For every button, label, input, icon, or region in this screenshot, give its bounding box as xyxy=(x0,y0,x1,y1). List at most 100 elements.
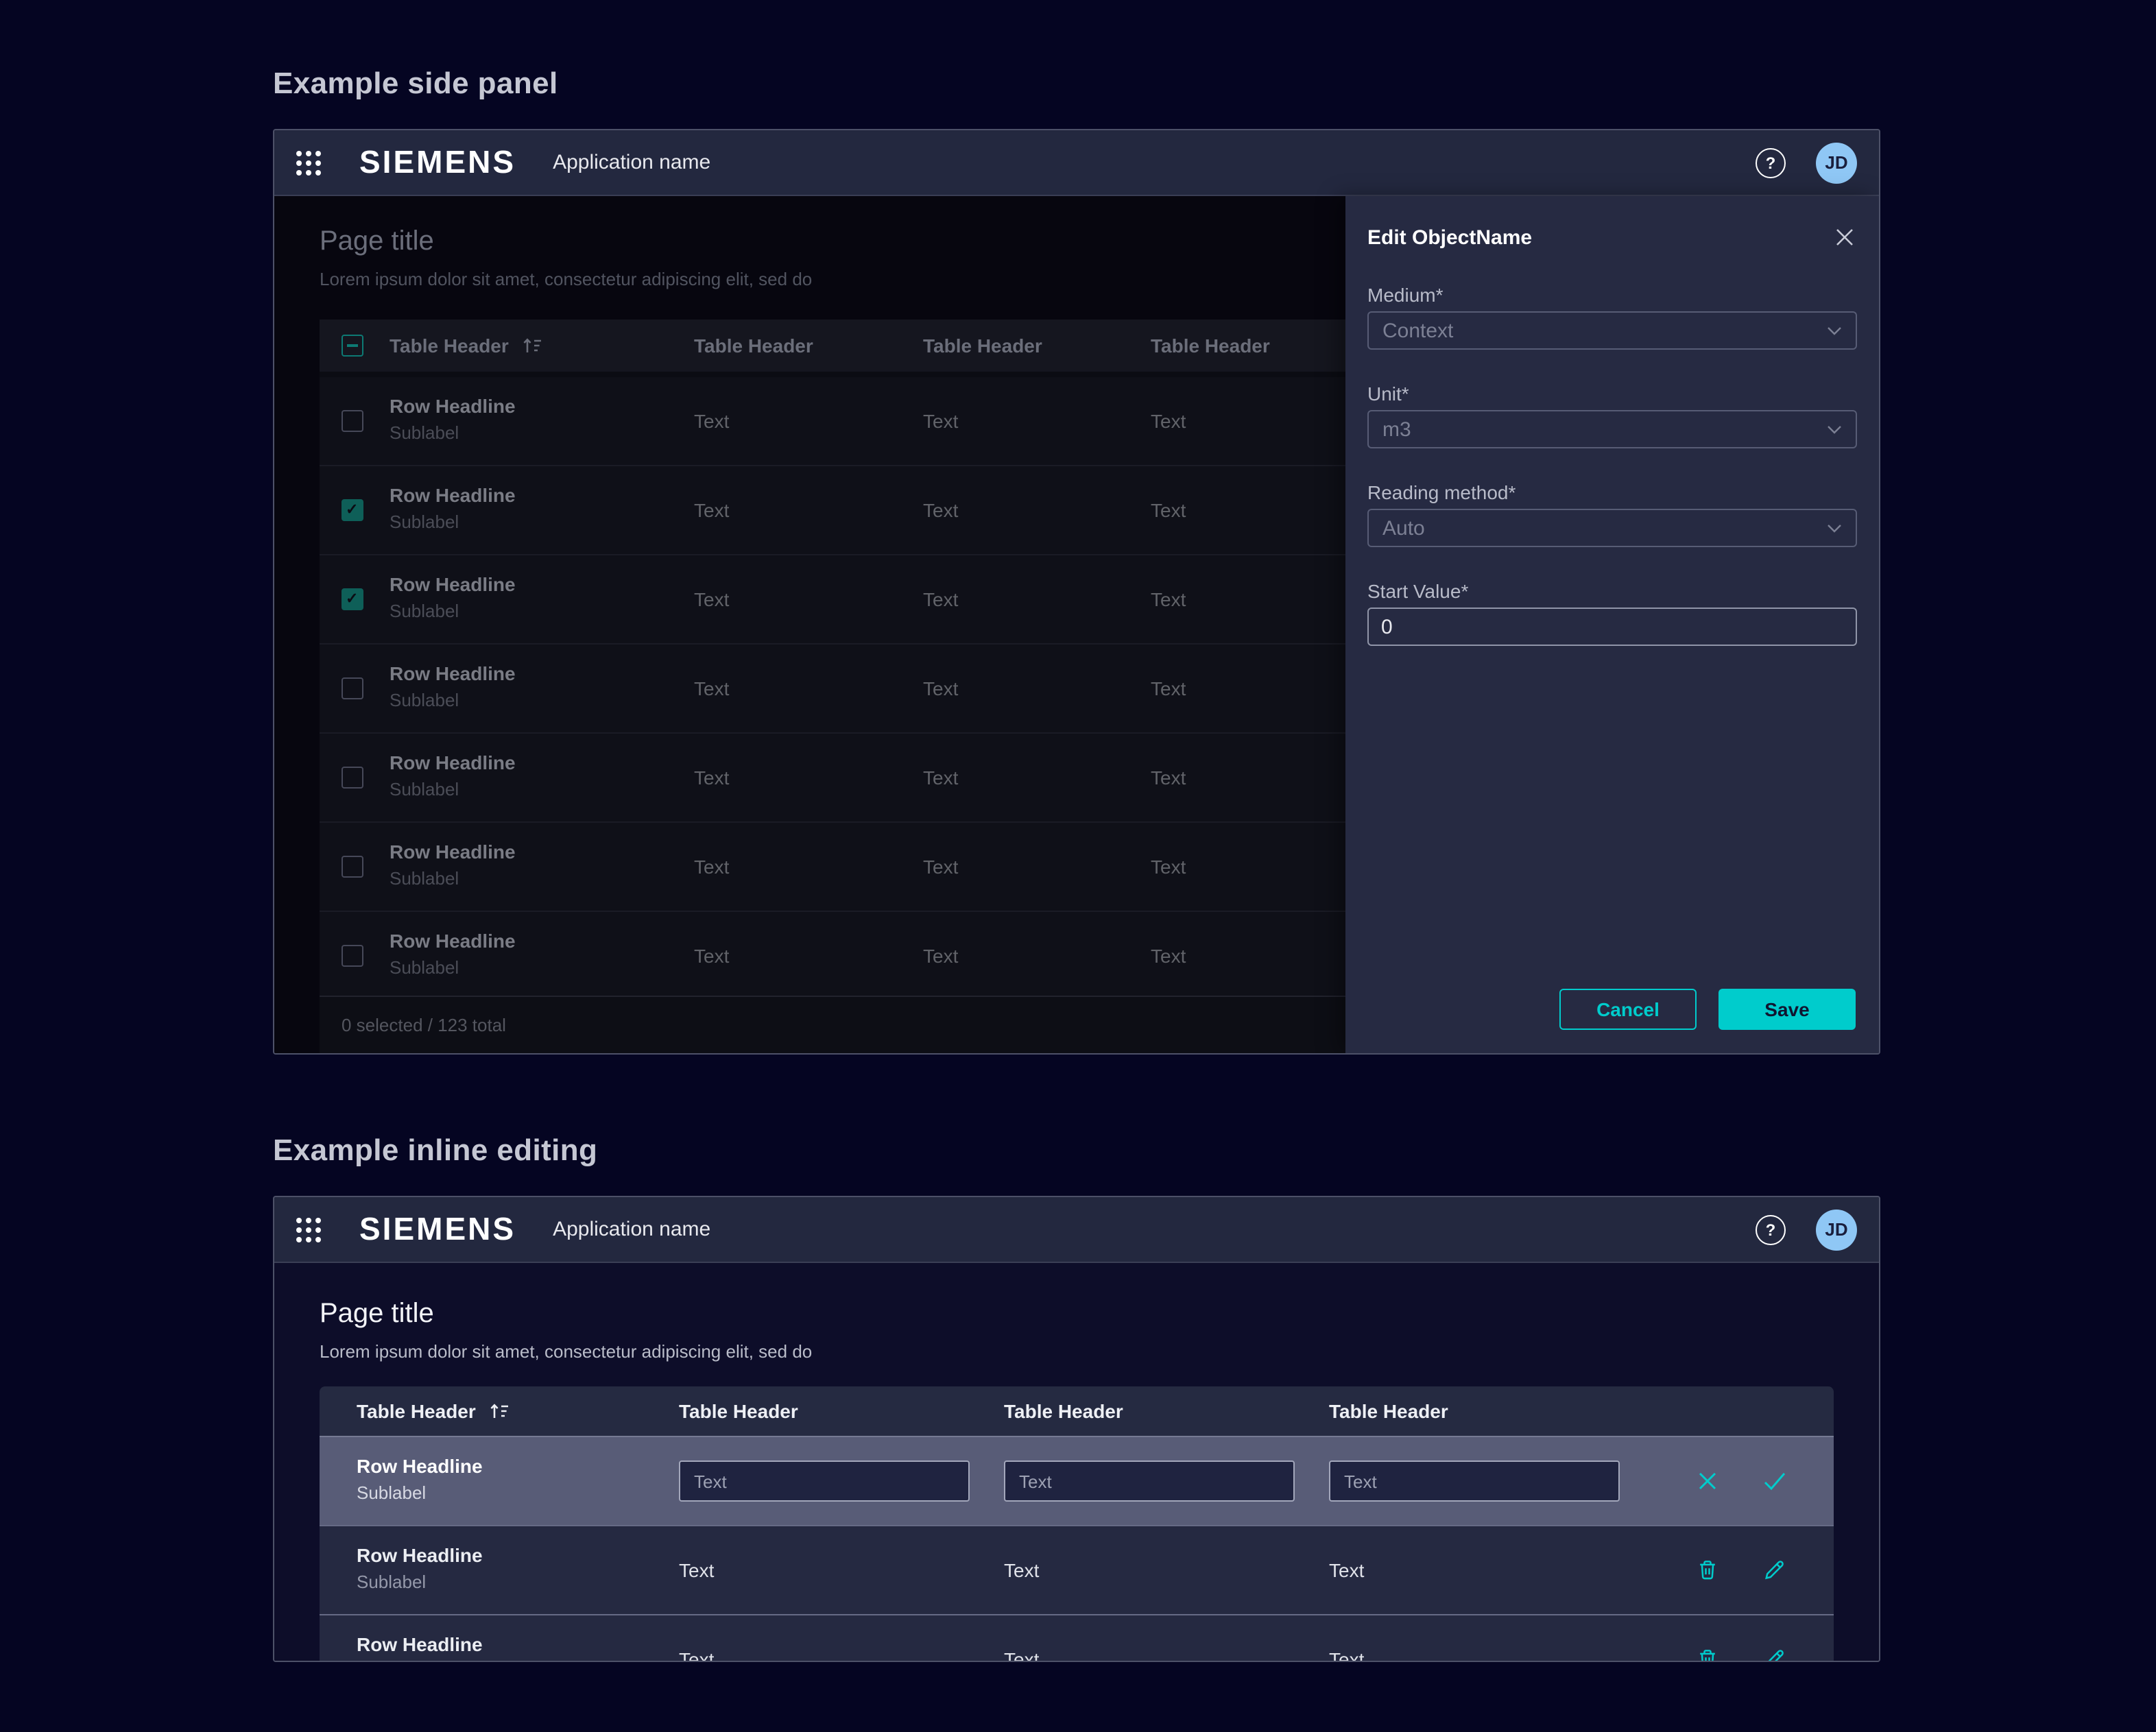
row-checkbox[interactable] xyxy=(342,677,363,699)
row-cell: Text xyxy=(1004,1648,1039,1662)
column-header[interactable]: Table Header xyxy=(679,1386,798,1436)
row-cell: Text xyxy=(694,588,729,610)
row-checkbox[interactable] xyxy=(342,856,363,878)
edit-icon[interactable] xyxy=(1761,1556,1788,1584)
section-title-side-panel: Example side panel xyxy=(273,66,558,101)
unit-select[interactable]: m3 xyxy=(1367,410,1857,448)
row-cell: Text xyxy=(923,588,958,610)
table-row[interactable]: Row Headline Sublabel Text Text Text xyxy=(320,377,1348,466)
row-checkbox[interactable] xyxy=(342,767,363,789)
main-content: Page title Lorem ipsum dolor sit amet, c… xyxy=(274,1263,1879,1661)
inline-edit-input[interactable] xyxy=(1329,1460,1620,1502)
row-sublabel: Sublabel xyxy=(390,422,459,443)
row-sublabel: Sublabel xyxy=(390,690,459,710)
row-headline: Row Headline xyxy=(390,841,516,863)
table-row[interactable]: Row Headline Sublabel Text Text Text xyxy=(320,1525,1834,1614)
avatar[interactable]: JD xyxy=(1816,1209,1857,1250)
column-header[interactable]: Table Header xyxy=(694,320,813,372)
table-row[interactable]: Row Headline Sublabel Text Text Text xyxy=(320,645,1348,734)
column-header[interactable]: Table Header xyxy=(923,320,1042,372)
close-icon[interactable] xyxy=(1834,226,1856,248)
row-cell: Text xyxy=(1151,588,1186,610)
row-cell: Text xyxy=(1329,1648,1364,1662)
delete-icon[interactable] xyxy=(1694,1556,1721,1584)
page-subtitle: Lorem ipsum dolor sit amet, consectetur … xyxy=(320,269,812,289)
row-headline: Row Headline xyxy=(357,1633,483,1655)
column-header[interactable]: Table Header xyxy=(1329,1386,1448,1436)
row-sublabel: Sublabel xyxy=(390,868,459,889)
table-row[interactable]: Row Headline Sublabel Text Text Text xyxy=(320,555,1348,645)
confirm-edit-icon[interactable] xyxy=(1761,1467,1788,1495)
row-cell: Text xyxy=(679,1559,714,1581)
row-checkbox[interactable] xyxy=(342,945,363,967)
table-row[interactable]: Row Headline Sublabel Text Text Text xyxy=(320,912,1348,998)
row-cell: Text xyxy=(679,1648,714,1662)
row-cell: Text xyxy=(1151,410,1186,432)
select-value: m3 xyxy=(1382,418,1411,441)
table-row[interactable]: Row Headline Sublabel Text Text Text xyxy=(320,734,1348,823)
select-value: Context xyxy=(1382,319,1453,342)
column-header[interactable]: Table Header xyxy=(1004,1386,1123,1436)
app-window-side-panel: SIEMENS Application name JD Page title L… xyxy=(273,129,1880,1055)
page-title: Page title xyxy=(320,226,434,258)
inline-edit-input[interactable] xyxy=(679,1460,970,1502)
row-sublabel: Sublabel xyxy=(390,957,459,978)
edit-icon[interactable] xyxy=(1761,1646,1788,1662)
app-launcher-icon[interactable] xyxy=(296,150,321,175)
row-cell: Text xyxy=(694,945,729,967)
dimmed-main-content: Page title Lorem ipsum dolor sit amet, c… xyxy=(274,196,1348,1053)
row-cell: Text xyxy=(694,767,729,789)
save-button[interactable]: Save xyxy=(1718,989,1856,1030)
row-cell: Text xyxy=(923,945,958,967)
row-sublabel: Sublabel xyxy=(357,1661,426,1662)
medium-select[interactable]: Context xyxy=(1367,311,1857,350)
inline-edit-input[interactable] xyxy=(1004,1460,1295,1502)
row-headline: Row Headline xyxy=(390,930,516,952)
design-canvas: Example side panel SIEMENS Application n… xyxy=(0,0,2156,1732)
row-cell: Text xyxy=(694,499,729,521)
row-headline: Row Headline xyxy=(357,1544,483,1566)
row-cell: Text xyxy=(694,410,729,432)
avatar[interactable]: JD xyxy=(1816,142,1857,183)
help-icon[interactable] xyxy=(1756,147,1786,178)
reading-method-select[interactable]: Auto xyxy=(1367,509,1857,547)
field-label: Unit* xyxy=(1367,383,1409,405)
table-header-row: Table Header Table Header Table Header T… xyxy=(320,1386,1834,1436)
field-label: Medium* xyxy=(1367,284,1444,306)
column-header-sorted[interactable]: Table Header xyxy=(357,1386,510,1436)
row-cell: Text xyxy=(923,499,958,521)
select-value: Auto xyxy=(1382,516,1425,540)
column-header-sorted[interactable]: Table Header xyxy=(390,320,543,372)
row-cell: Text xyxy=(1151,499,1186,521)
row-cell: Text xyxy=(1151,677,1186,699)
row-sublabel: Sublabel xyxy=(390,779,459,799)
table-row[interactable]: Row Headline Sublabel Text Text Text xyxy=(320,823,1348,912)
row-checkbox[interactable] xyxy=(342,499,363,521)
sort-ascending-icon xyxy=(521,336,543,355)
app-header: SIEMENS Application name JD xyxy=(274,1197,1879,1263)
delete-icon[interactable] xyxy=(1694,1646,1721,1662)
row-checkbox[interactable] xyxy=(342,410,363,432)
row-sublabel: Sublabel xyxy=(357,1572,426,1592)
column-header[interactable]: Table Header xyxy=(1151,320,1270,372)
help-icon[interactable] xyxy=(1756,1214,1786,1244)
select-all-checkbox[interactable] xyxy=(342,335,363,357)
row-cell: Text xyxy=(694,677,729,699)
row-cell: Text xyxy=(923,767,958,789)
row-sublabel: Sublabel xyxy=(390,601,459,621)
row-headline: Row Headline xyxy=(390,573,516,595)
start-value-input[interactable] xyxy=(1367,608,1857,646)
row-checkbox[interactable] xyxy=(342,588,363,610)
cancel-button[interactable]: Cancel xyxy=(1559,989,1697,1030)
chevron-down-icon xyxy=(1827,424,1842,434)
cancel-edit-icon[interactable] xyxy=(1694,1467,1721,1495)
app-launcher-icon[interactable] xyxy=(296,1217,321,1242)
selection-count: 0 selected / 123 total xyxy=(342,1015,506,1035)
row-cell: Text xyxy=(1151,945,1186,967)
application-name: Application name xyxy=(553,151,710,174)
sort-ascending-icon xyxy=(488,1402,510,1421)
table-row[interactable]: Row Headline Sublabel Text Text Text xyxy=(320,466,1348,555)
row-sublabel: Sublabel xyxy=(357,1482,426,1503)
row-headline: Row Headline xyxy=(390,484,516,506)
table-row[interactable]: Row Headline Sublabel Text Text Text xyxy=(320,1614,1834,1662)
